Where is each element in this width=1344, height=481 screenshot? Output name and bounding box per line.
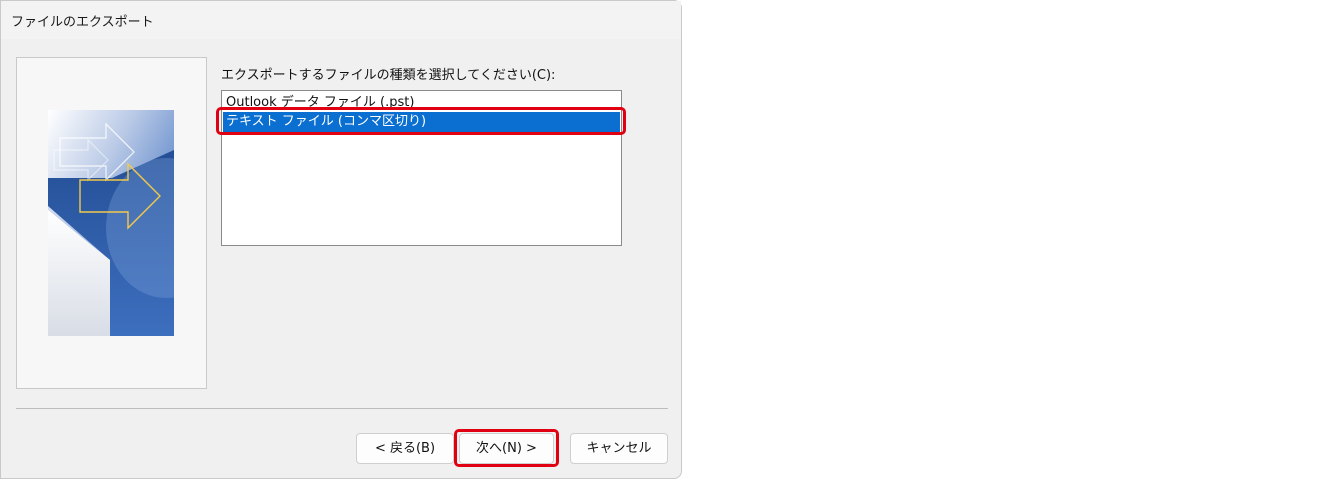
cancel-button[interactable]: キャンセル [570, 433, 668, 464]
wizard-arrows-icon [48, 110, 174, 336]
file-type-prompt: エクスポートするファイルの種類を選択してください(C): [221, 68, 556, 83]
back-button[interactable]: < 戻る(B) [356, 433, 454, 464]
list-item-csv[interactable]: テキスト ファイル (コンマ区切り) [223, 112, 620, 132]
dialog-title: ファイルのエクスポート [11, 15, 154, 30]
list-item-pst[interactable]: Outlook データ ファイル (.pst) [223, 93, 620, 113]
divider [16, 408, 668, 409]
export-dialog: ファイルのエクスポート エクスポートするファイルの種類を選択してください(C):… [0, 0, 682, 479]
file-type-listbox[interactable]: Outlook データ ファイル (.pst) テキスト ファイル (コンマ区切… [221, 90, 622, 246]
title-bar: ファイルのエクスポート [1, 1, 681, 39]
next-button[interactable]: 次へ(N) > [459, 433, 554, 464]
wizard-image-panel [16, 57, 207, 389]
